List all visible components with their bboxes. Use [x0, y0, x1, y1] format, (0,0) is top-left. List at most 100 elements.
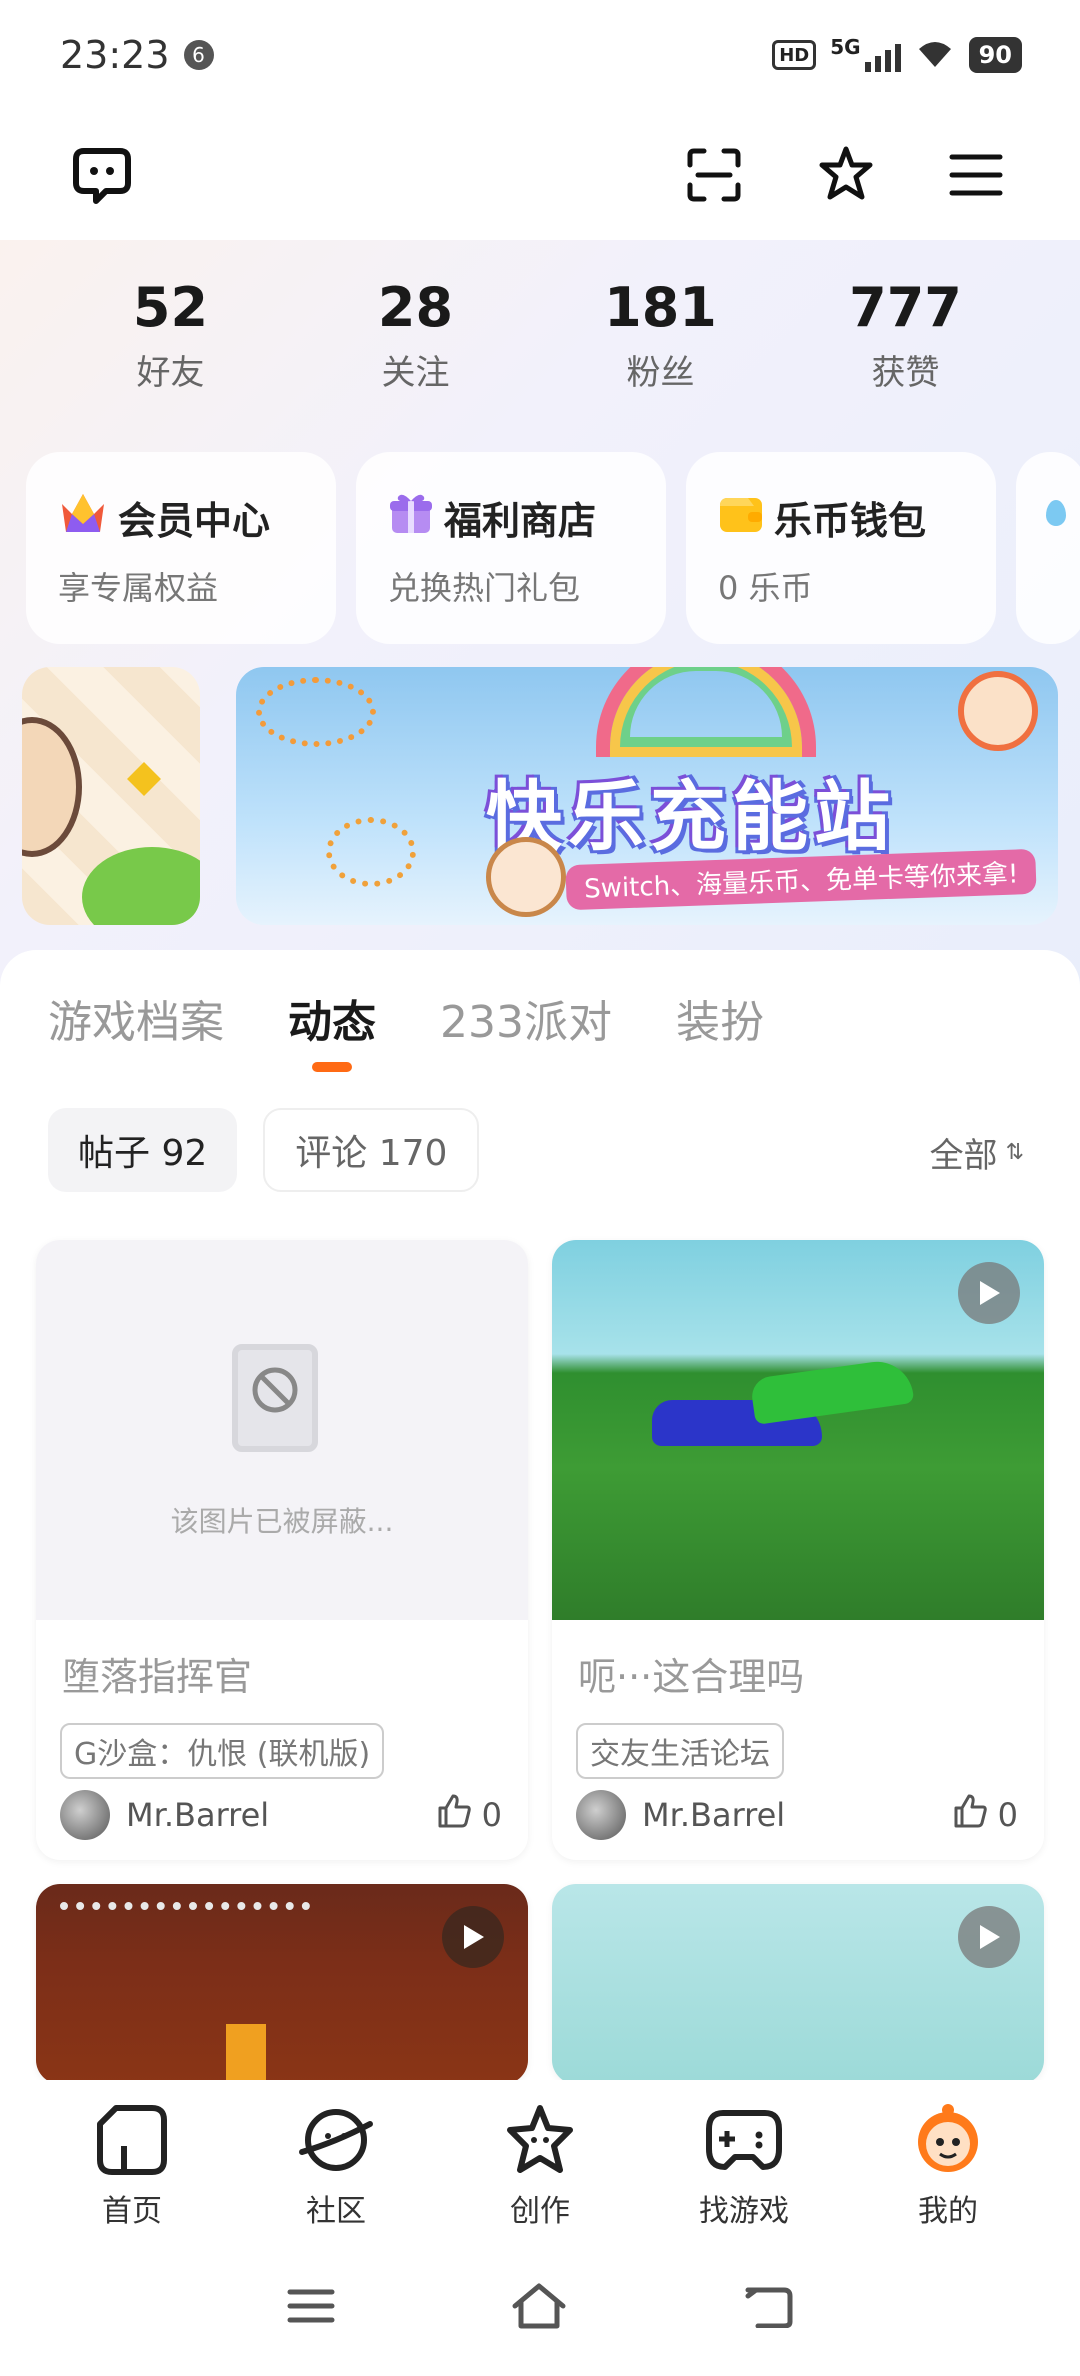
like-button[interactable]: 0 [952, 1794, 1018, 1836]
notification-count-badge: 6 [183, 40, 214, 70]
video-thumbnail [552, 1240, 1044, 1620]
nav-home[interactable]: 首页 [47, 2080, 217, 2240]
bottom-navigation: 首页 社区 创作 找游戏 我的 [0, 2080, 1080, 2240]
badge-star-icon[interactable] [806, 135, 886, 215]
crown-icon [58, 490, 108, 545]
weapon-row-decoration [60, 1902, 310, 1916]
nav-mine[interactable]: 我的 [863, 2080, 1033, 2240]
nav-find-games[interactable]: 找游戏 [659, 2080, 829, 2240]
active-tab-indicator [312, 1062, 352, 1072]
menu-icon[interactable] [936, 135, 1016, 215]
video-thumbnail [36, 1884, 528, 2084]
post-card[interactable] [552, 1884, 1044, 2084]
post-card[interactable] [36, 1884, 528, 2084]
next-card-partial[interactable] [1016, 452, 1080, 644]
network-label: 5G [830, 35, 861, 59]
stat-label: 粉丝 [626, 353, 695, 393]
card-subtitle: 0 乐币 [718, 569, 813, 607]
card-subtitle: 兑换热门礼包 [388, 569, 581, 607]
stat-friends[interactable]: 52 好友 [48, 255, 293, 405]
banner-previous[interactable] [22, 667, 200, 925]
hd-icon: HD [772, 40, 817, 70]
blocked-thumbnail: 该图片已被屏蔽... [36, 1240, 528, 1620]
tab-activity[interactable]: 动态 [288, 988, 376, 1072]
home-button-icon[interactable] [509, 2282, 569, 2334]
banner-happy-recharge[interactable]: 快乐充能站 Switch、海量乐币、免单卡等你来拿! [236, 667, 1058, 925]
card-title: 会员中心 [118, 499, 271, 543]
like-button[interactable]: 0 [436, 1794, 502, 1836]
sort-dropdown[interactable]: 全部 ⇅ [930, 1128, 1024, 1177]
post-title: 堕落指挥官 [62, 1655, 253, 1699]
filter-posts[interactable]: 帖子 92 [48, 1108, 238, 1192]
stat-following[interactable]: 28 关注 [293, 255, 538, 405]
stat-value: 777 [849, 276, 962, 339]
banner-carousel[interactable]: 快乐充能站 Switch、海量乐币、免单卡等你来拿! [0, 667, 1080, 927]
play-icon[interactable] [958, 1262, 1020, 1324]
stat-value: 181 [604, 276, 717, 339]
status-time-group: 23:23 6 [60, 33, 214, 77]
card-subtitle: 享专属权益 [58, 569, 219, 607]
tab-233-party[interactable]: 233派对 [440, 988, 612, 1058]
post-tag[interactable]: 交友生活论坛 [576, 1723, 784, 1779]
car-green [749, 1357, 915, 1425]
tab-dressup[interactable]: 装扮 [676, 988, 764, 1058]
card-title: 乐币钱包 [774, 499, 927, 543]
nav-label: 创作 [510, 2194, 570, 2229]
signal-icon [864, 38, 901, 72]
stat-label: 关注 [381, 353, 450, 393]
nav-label: 找游戏 [699, 2194, 789, 2229]
mascot-character [486, 837, 566, 917]
wallet-card[interactable]: 乐币钱包 0 乐币 [686, 452, 996, 644]
recent-apps-icon[interactable] [286, 2286, 336, 2330]
status-time: 23:23 [60, 33, 170, 77]
firework-decoration [326, 817, 416, 887]
home-icon [47, 2100, 217, 2180]
post-author[interactable]: Mr.Barrel [60, 1790, 269, 1840]
profile-face-icon [863, 2100, 1033, 2180]
nav-create[interactable]: 创作 [455, 2080, 625, 2240]
grass-decoration [82, 847, 200, 925]
post-meta: Mr.Barrel 0 [576, 1790, 1018, 1840]
vip-center-card[interactable]: 会员中心 享专属权益 [26, 452, 336, 644]
back-icon[interactable] [742, 2284, 794, 2332]
message-icon[interactable] [62, 135, 142, 215]
battery-icon: 90 [968, 37, 1022, 73]
character-illustration [22, 717, 82, 857]
create-star-icon [455, 2100, 625, 2180]
welfare-shop-card[interactable]: 福利商店 兑换热门礼包 [356, 452, 666, 644]
author-name: Mr.Barrel [642, 1796, 786, 1834]
gift-icon [388, 491, 434, 544]
post-author[interactable]: Mr.Barrel [576, 1790, 785, 1840]
post-card[interactable]: 该图片已被屏蔽... 堕落指挥官 G沙盒：仇恨 (联机版) Mr.Barrel … [36, 1240, 528, 1860]
post-card[interactable]: 呃···这合理吗 交友生活论坛 Mr.Barrel 0 [552, 1240, 1044, 1860]
thumbs-up-icon [436, 1794, 472, 1836]
post-tag[interactable]: G沙盒：仇恨 (联机版) [60, 1723, 385, 1779]
like-count: 0 [481, 1796, 502, 1834]
card-title-row: 会员中心 [58, 490, 336, 545]
play-icon[interactable] [442, 1906, 504, 1968]
avatar [576, 1790, 626, 1840]
nav-community[interactable]: 社区 [251, 2080, 421, 2240]
clown-mascot-icon [958, 671, 1038, 751]
status-bar: 23:23 6 HD 5G 90 [0, 0, 1080, 110]
like-count: 0 [997, 1796, 1018, 1834]
wifi-icon [915, 37, 955, 73]
stat-label: 好友 [136, 353, 205, 393]
scan-icon[interactable] [674, 135, 754, 215]
gamepad-icon [659, 2100, 829, 2180]
feature-cards: 会员中心 享专属权益 福利商店 兑换热门礼包 乐币钱包 0 乐币 [26, 452, 1080, 644]
avatar [60, 1790, 110, 1840]
content-panel: 游戏档案 动态 233派对 装扮 帖子 92 评论 170 全部 ⇅ 该图片已被… [0, 950, 1080, 2084]
filter-comments[interactable]: 评论 170 [263, 1108, 480, 1192]
blocked-text: 该图片已被屏蔽... [170, 1505, 394, 1538]
top-header [0, 110, 1080, 240]
status-icons: HD 5G 90 [772, 35, 1022, 73]
nav-label: 社区 [306, 2194, 366, 2229]
sparkle-icon [127, 762, 161, 796]
stat-fans[interactable]: 181 粉丝 [538, 255, 783, 405]
stat-likes[interactable]: 777 获赞 [783, 255, 1028, 405]
tab-game-archive[interactable]: 游戏档案 [48, 988, 224, 1058]
play-icon[interactable] [958, 1906, 1020, 1968]
author-name: Mr.Barrel [126, 1796, 270, 1834]
sort-icon: ⇅ [1005, 1140, 1024, 1165]
